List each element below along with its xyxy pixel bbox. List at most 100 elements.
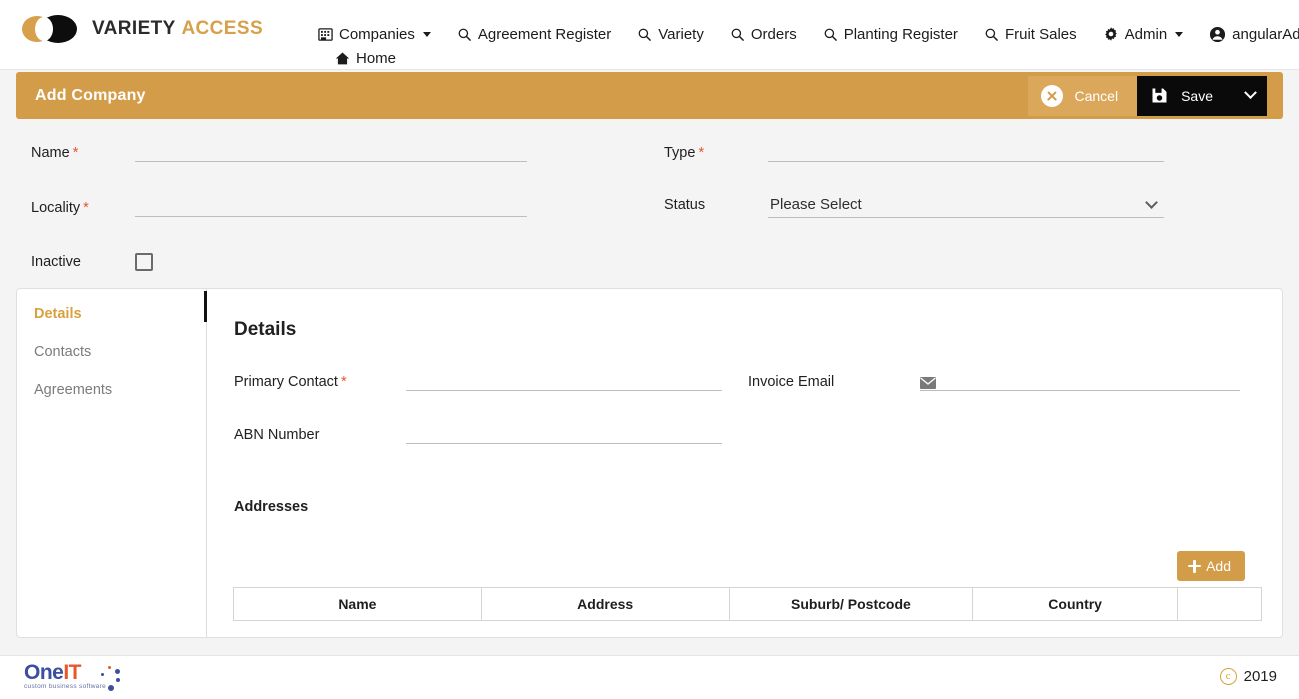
save-button-group: Save — [1137, 75, 1267, 116]
type-input[interactable] — [768, 142, 1164, 162]
nav-secondary-row: Home — [305, 46, 409, 71]
field-invoice-email-label: Invoice Email — [748, 374, 835, 390]
details-heading: Details — [234, 319, 297, 340]
required-marker: * — [83, 200, 89, 216]
nav-item-planting-register[interactable]: Planting Register — [810, 22, 971, 46]
brand-title-part1: VARIETY — [92, 18, 176, 39]
nav-item-fruit-sales[interactable]: Fruit Sales — [971, 22, 1090, 46]
addresses-col-address: Address — [480, 587, 730, 621]
name-input[interactable] — [135, 142, 527, 162]
nav-item-user-menu[interactable]: angularAdmin — [1196, 22, 1299, 46]
nav-items: Companies Agreement Register Variety Ord… — [305, 0, 1299, 70]
chevron-down-icon — [1175, 31, 1184, 37]
field-abn-number: ABN Number — [234, 424, 722, 444]
inactive-checkbox[interactable] — [135, 253, 153, 271]
nav-item-home[interactable]: Home — [305, 46, 409, 70]
cancel-button-label: Cancel — [1074, 87, 1119, 104]
copyright: c 2019 — [1219, 668, 1277, 685]
nav-item-agreement-register-label: Agreement Register — [477, 25, 612, 43]
field-primary-contact: Primary Contact * — [234, 371, 722, 391]
nav-item-companies[interactable]: Companies — [305, 22, 444, 46]
nav-item-admin[interactable]: Admin — [1090, 22, 1197, 46]
search-icon — [730, 27, 745, 42]
tab-agreements-label: Agreements — [34, 382, 113, 398]
locality-input[interactable] — [135, 197, 527, 217]
nav-item-variety[interactable]: Variety — [624, 22, 717, 46]
details-panel: Details Contacts Agreements Details Prim… — [16, 288, 1283, 638]
status-select-value: Please Select — [770, 196, 862, 213]
addresses-table-header-row: Name Address Suburb/ Postcode Country — [233, 587, 1262, 621]
field-inactive: Inactive — [31, 253, 153, 271]
primary-contact-input[interactable] — [406, 371, 722, 391]
brand-logo[interactable]: VARIETY ACCESS — [22, 13, 263, 45]
tab-details[interactable]: Details — [17, 295, 206, 333]
save-button-label: Save — [1181, 87, 1213, 104]
company-top-form: Name * Type * Locality * Status Please Sele… — [0, 128, 1299, 288]
field-name: Name * — [31, 142, 527, 162]
status-select[interactable]: Please Select — [768, 192, 1164, 218]
nav-item-agreement-register[interactable]: Agreement Register — [444, 22, 624, 46]
field-type-label: Type * — [664, 145, 705, 161]
chevron-down-icon — [1145, 196, 1158, 209]
chevron-down-icon — [422, 31, 431, 37]
required-marker: * — [698, 145, 705, 161]
invoice-email-input[interactable] — [920, 371, 1240, 391]
page-title: Add Company — [35, 86, 146, 104]
tab-content-details: Details Primary Contact * Invoice Email A… — [207, 289, 1282, 637]
copyright-year: 2019 — [1243, 668, 1277, 685]
field-abn-number-label: ABN Number — [234, 427, 320, 443]
save-disk-icon — [1151, 87, 1168, 104]
oneit-logo-dots-icon — [96, 666, 126, 692]
nav-item-variety-label: Variety — [658, 25, 704, 43]
envelope-icon — [920, 377, 936, 389]
nav-item-orders[interactable]: Orders — [717, 22, 810, 46]
account-circle-icon — [1209, 26, 1226, 43]
tab-details-label: Details — [34, 306, 82, 322]
variety-access-logo-icon — [22, 14, 84, 44]
nav-item-planting-register-label: Planting Register — [843, 25, 958, 43]
oneit-logo-tagline: custom business software — [24, 683, 106, 690]
field-type: Type * — [664, 142, 1164, 162]
addresses-table: Name Address Suburb/ Postcode Country — [233, 587, 1262, 621]
tab-agreements[interactable]: Agreements — [17, 371, 206, 409]
search-icon — [457, 27, 472, 42]
nav-item-companies-label: Companies — [339, 25, 415, 43]
save-button[interactable]: Save — [1137, 75, 1233, 116]
save-dropdown-toggle[interactable] — [1233, 75, 1267, 116]
field-status: Status Please Select — [664, 192, 1164, 218]
search-icon — [823, 27, 838, 42]
field-locality-label: Locality * — [31, 200, 89, 216]
building-icon — [318, 27, 333, 42]
nav-item-user-label: angularAdmin — [1232, 25, 1299, 43]
field-invoice-email: Invoice Email — [748, 371, 1240, 391]
page-header-actions: Cancel Save — [1028, 75, 1267, 116]
abn-number-input[interactable] — [406, 424, 722, 444]
close-icon — [1041, 84, 1064, 107]
search-icon — [637, 27, 652, 42]
field-locality: Locality * — [31, 197, 527, 217]
gear-icon — [1103, 26, 1119, 42]
oneit-logo-wordmark: OneIT — [24, 662, 106, 684]
page-footer: OneIT custom business software c 2019 — [0, 655, 1299, 699]
addresses-heading: Addresses — [234, 499, 309, 515]
tab-contacts[interactable]: Contacts — [17, 333, 206, 371]
chevron-down-icon — [1243, 86, 1257, 100]
add-address-button[interactable]: Add — [1177, 551, 1245, 581]
addresses-col-suburb-postcode: Suburb/ Postcode — [728, 587, 974, 621]
oneit-logo: OneIT custom business software — [24, 662, 120, 691]
home-icon — [335, 51, 350, 66]
nav-item-orders-label: Orders — [750, 25, 797, 43]
page-header-bar: Add Company Cancel Save — [16, 72, 1283, 119]
addresses-col-name: Name — [233, 587, 482, 621]
copyright-icon: c — [1219, 668, 1237, 685]
cancel-button[interactable]: Cancel — [1028, 75, 1138, 116]
search-icon — [984, 27, 999, 42]
field-status-label: Status — [664, 197, 706, 213]
nav-item-fruit-sales-label: Fruit Sales — [1004, 25, 1077, 43]
nav-primary-row: Companies Agreement Register Variety Ord… — [305, 22, 1299, 46]
brand-title: VARIETY ACCESS — [92, 18, 263, 40]
nav-item-home-label: Home — [356, 49, 397, 67]
tab-list: Details Contacts Agreements — [17, 289, 207, 637]
addresses-col-country: Country — [972, 587, 1179, 621]
tab-contacts-label: Contacts — [34, 344, 92, 360]
